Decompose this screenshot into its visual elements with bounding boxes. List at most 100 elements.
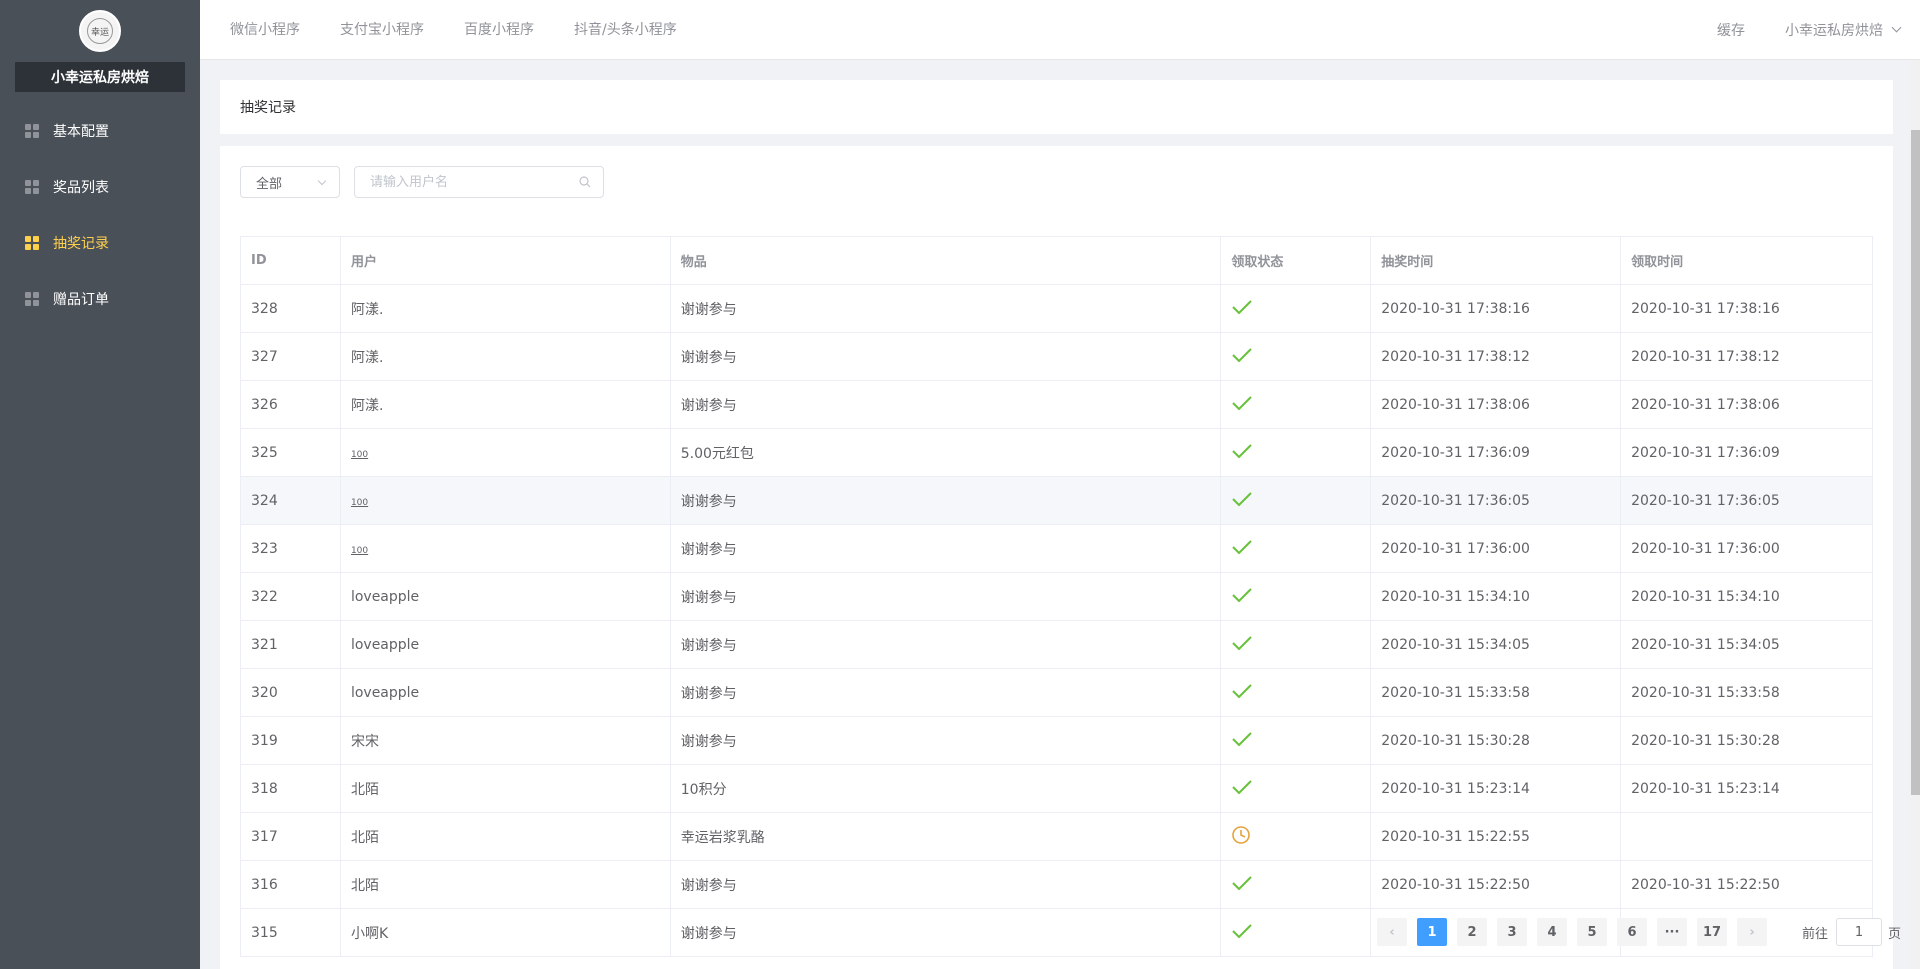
table-row: 319 宋宋 谢谢参与 2020-10-31 15:30:28 2020-10-31 1… [240, 716, 1873, 765]
cell-status [1220, 620, 1372, 669]
page-button[interactable]: 4 [1537, 918, 1567, 946]
cell-user-text: loveapple [350, 684, 420, 701]
platform-tab-1[interactable]: 微信小程序 [210, 0, 320, 60]
page-button[interactable]: 6 [1617, 918, 1647, 946]
table-body: 328 阿漾. 谢谢参与 2020-10-31 17:38:16 2020-10-31 … [240, 284, 1873, 957]
grid-icon [25, 236, 39, 250]
cell-id: 328 [240, 284, 341, 333]
cell-draw-time-text: 2020-10-31 15:34:10 [1381, 588, 1530, 605]
cell-draw-time-text: 2020-10-31 15:30:28 [1381, 732, 1530, 749]
cell-item-text: 谢谢参与 [680, 685, 737, 702]
cell-user-text: 100 [350, 497, 369, 508]
cell-user: 宋宋 [339, 716, 671, 765]
table-row: 327 阿漾. 谢谢参与 2020-10-31 17:38:12 2020-10-31 … [240, 332, 1873, 381]
cell-id: 315 [240, 908, 341, 957]
cache-button[interactable]: 缓存 [1717, 20, 1745, 40]
cell-user-text: 阿漾. [350, 301, 384, 318]
cell-claim-time-text: 2020-10-31 15:34:05 [1631, 636, 1780, 653]
table-row: 325 100 5.00元红包 2020-10-31 17:36:09 2020-10-… [240, 428, 1873, 477]
check-icon [1232, 731, 1253, 746]
cell-user: 100 [339, 428, 671, 477]
cell-claim-time-text: 2020-10-31 17:36:09 [1631, 444, 1780, 461]
cell-claim-time: 2020-10-31 15:34:10 [1620, 572, 1873, 621]
cell-item: 谢谢参与 [669, 332, 1222, 381]
page-button[interactable]: 1 [1417, 918, 1447, 946]
cell-user: loveapple [339, 620, 671, 669]
cell-user-text: 阿漾. [350, 349, 384, 366]
check-icon [1232, 587, 1253, 602]
table-row: 317 北陌 幸运岩浆乳酪 2020-10-31 15:22:55 [240, 812, 1873, 861]
scrollbar-thumb[interactable] [1911, 130, 1920, 795]
cell-id-text: 319 [251, 732, 278, 749]
cell-item: 谢谢参与 [669, 572, 1222, 621]
cell-user-text: 北陌 [350, 829, 379, 846]
page-button[interactable]: 17 [1697, 918, 1727, 946]
cell-claim-time [1620, 812, 1873, 861]
user-menu-label: 小幸运私房烘焙 [1785, 22, 1883, 39]
page-title-panel: 抽奖记录 [220, 80, 1893, 134]
page-button[interactable]: 2 [1457, 918, 1487, 946]
cell-draw-time-text: 2020-10-31 17:38:06 [1381, 396, 1530, 413]
cell-id: 318 [240, 764, 341, 813]
chevron-down-icon [317, 176, 327, 186]
cell-draw-time: 2020-10-31 17:38:06 [1370, 380, 1622, 429]
cell-claim-time: 2020-10-31 15:23:14 [1620, 764, 1873, 813]
search-icon[interactable] [579, 176, 591, 188]
cell-id: 316 [240, 860, 341, 909]
page-scrollbar[interactable] [1911, 60, 1920, 969]
cell-id-text: 318 [251, 780, 278, 797]
cell-claim-time-text: 2020-10-31 17:38:12 [1631, 348, 1780, 365]
cell-item: 10积分 [669, 764, 1222, 813]
cell-claim-time: 2020-10-31 17:36:00 [1620, 524, 1873, 573]
user-menu[interactable]: 小幸运私房烘焙 [1785, 20, 1902, 40]
cell-draw-time: 2020-10-31 15:30:28 [1370, 716, 1622, 765]
cell-user-text: 宋宋 [350, 733, 379, 750]
cell-draw-time: 2020-10-31 15:34:05 [1370, 620, 1622, 669]
cell-draw-time-text: 2020-10-31 17:36:09 [1381, 444, 1530, 461]
cell-item: 幸运岩浆乳酪 [669, 812, 1222, 861]
cell-item-text: 谢谢参与 [680, 349, 737, 366]
cell-status [1220, 860, 1372, 909]
prev-page-button[interactable]: ‹ [1377, 918, 1407, 946]
sidebar-item-3[interactable]: 抽奖记录 [0, 215, 200, 271]
status-filter-value: 全部 [256, 176, 283, 192]
page-button[interactable]: 5 [1577, 918, 1607, 946]
cell-status [1220, 332, 1372, 381]
cell-draw-time-text: 2020-10-31 17:36:05 [1381, 492, 1530, 509]
cell-id: 325 [240, 428, 341, 477]
column-header: 抽奖时间 [1370, 236, 1622, 285]
sidebar-item-2[interactable]: 奖品列表 [0, 159, 200, 215]
page-button[interactable]: 3 [1497, 918, 1527, 946]
next-page-button[interactable]: › [1737, 918, 1767, 946]
cell-user-text: 北陌 [350, 877, 379, 894]
cell-status [1220, 284, 1372, 333]
sidebar-item-1[interactable]: 基本配置 [0, 103, 200, 159]
cell-id-text: 315 [251, 924, 278, 941]
goto-page-input[interactable] [1836, 918, 1883, 946]
status-filter-select[interactable]: 全部 [240, 166, 340, 198]
cell-id: 320 [240, 668, 341, 717]
page-title: 抽奖记录 [240, 100, 296, 116]
table-row: 324 100 谢谢参与 2020-10-31 17:36:05 2020-10-31 … [240, 476, 1873, 525]
platform-tabs: 微信小程序 支付宝小程序 百度小程序 抖音/头条小程序 [200, 0, 697, 60]
cell-draw-time: 2020-10-31 17:36:05 [1370, 476, 1622, 525]
cell-item: 谢谢参与 [669, 716, 1222, 765]
cell-user: 阿漾. [339, 284, 671, 333]
cell-id-text: 325 [251, 444, 278, 461]
cell-id: 319 [240, 716, 341, 765]
sidebar-item-4[interactable]: 赠品订单 [0, 271, 200, 327]
cell-id: 317 [240, 812, 341, 861]
cell-id-text: 324 [251, 492, 278, 509]
cell-id-text: 320 [251, 684, 278, 701]
sidebar-menu: 基本配置 奖品列表抽奖记录赠品订单 [0, 103, 200, 327]
cell-draw-time: 2020-10-31 15:22:50 [1370, 860, 1622, 909]
sidebar-item-label: 抽奖记录 [53, 236, 109, 252]
more-pages-button[interactable]: ··· [1657, 918, 1687, 946]
username-search-input[interactable] [355, 167, 565, 197]
platform-tab-2[interactable]: 支付宝小程序 [320, 0, 444, 60]
cell-claim-time-text: 2020-10-31 15:30:28 [1631, 732, 1780, 749]
cell-draw-time: 2020-10-31 17:38:12 [1370, 332, 1622, 381]
cell-id-text: 321 [251, 636, 278, 653]
platform-tab-3[interactable]: 百度小程序 [444, 0, 554, 60]
platform-tab-4[interactable]: 抖音/头条小程序 [554, 0, 697, 60]
